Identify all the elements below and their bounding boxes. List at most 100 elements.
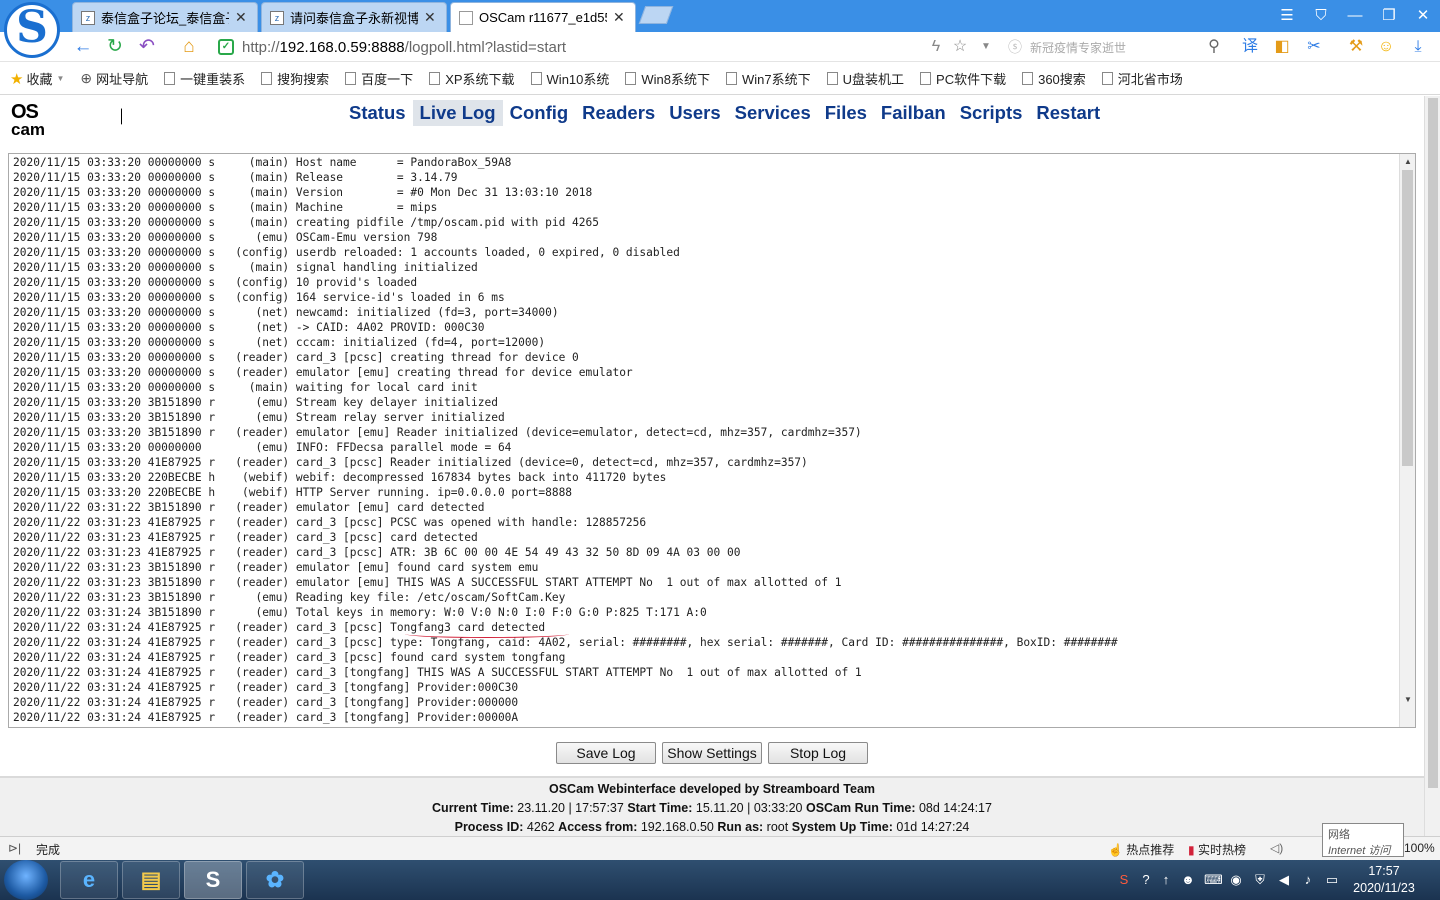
system-clock[interactable]: 17:57 2020/11/23: [1346, 863, 1422, 897]
log-line: 2020/11/15 03:33:20 00000000 s (main) si…: [13, 261, 478, 274]
bookmark-item[interactable]: Win7系统下: [726, 69, 811, 88]
search-icon[interactable]: ⚲: [1204, 37, 1224, 57]
nav-live-log[interactable]: Live Log: [412, 100, 503, 126]
speaker-icon[interactable]: ◀: [1276, 872, 1292, 888]
nav-files[interactable]: Files: [818, 100, 874, 126]
translate-icon[interactable]: 译: [1240, 37, 1260, 57]
bookmark-item[interactable]: PC软件下载: [920, 69, 1006, 88]
zoom-level[interactable]: 100%: [1404, 841, 1435, 855]
log-scroll-thumb[interactable]: [1402, 170, 1413, 466]
url-path: /logpoll.html?lastid=start: [404, 38, 566, 56]
restore-icon[interactable]: ❐: [1378, 5, 1400, 27]
tools-icon[interactable]: ⚒: [1346, 37, 1366, 57]
log-scrollbar[interactable]: ▲ ▼: [1399, 154, 1415, 727]
log-line: 2020/11/15 03:33:20 00000000 s (config) …: [13, 276, 418, 289]
tab-forum-1[interactable]: z 泰信盒子论坛_泰信盒子 ✕: [72, 2, 258, 32]
chevron-down-icon[interactable]: ▼: [976, 37, 996, 57]
emoji-icon[interactable]: ☺: [1376, 37, 1396, 57]
volume-icon[interactable]: ♪: [1300, 872, 1316, 888]
url-text[interactable]: http://192.168.0.59:8888/logpoll.html?la…: [242, 39, 566, 56]
extension-icon[interactable]: ◧: [1272, 37, 1292, 57]
oscam-logo[interactable]: OS cam: [11, 102, 47, 141]
page-scroll-thumb[interactable]: [1428, 98, 1438, 788]
log-line: 2020/11/15 03:33:20 00000000 s (net) ccc…: [13, 336, 546, 349]
save-log-button[interactable]: Save Log: [556, 742, 656, 764]
nav-services[interactable]: Services: [728, 100, 818, 126]
download-icon[interactable]: ⤓: [1408, 37, 1428, 57]
current-time-label: Current Time:: [432, 801, 514, 815]
sogou-browser-logo-icon[interactable]: S: [4, 2, 60, 58]
page-icon: [530, 72, 542, 85]
log-line: 2020/11/22 03:31:24 41E87925 r (reader) …: [13, 711, 519, 724]
new-tab-button[interactable]: [638, 6, 674, 24]
security-icon[interactable]: ⛨: [1252, 872, 1268, 888]
ie-icon[interactable]: e: [60, 861, 118, 899]
sogou-browser-task-icon[interactable]: S: [184, 861, 242, 899]
windows-taskbar: e ▤ S ✿ S ? ↑ ☻ ⌨ ◉ ⛨ ◀ ♪ ▭ 17:57 2020/1…: [0, 860, 1440, 900]
bookmark-item[interactable]: 搜狗搜索: [261, 69, 329, 88]
minimize-icon[interactable]: —: [1344, 5, 1366, 27]
bookmark-item[interactable]: 河北省市场: [1101, 69, 1183, 88]
explorer-icon[interactable]: ▤: [122, 861, 180, 899]
scissors-icon[interactable]: ✂: [1304, 37, 1324, 57]
baidu-netdisk-icon[interactable]: ✿: [246, 861, 304, 899]
tab-forum-2[interactable]: z 请问泰信盒子永新视博3 ✕: [261, 2, 447, 32]
bookmark-item[interactable]: Win8系统下: [625, 69, 710, 88]
nav-restart[interactable]: Restart: [1029, 100, 1107, 126]
bookmark-item[interactable]: 百度一下: [345, 69, 413, 88]
close-icon[interactable]: ✕: [424, 9, 438, 26]
skin-icon[interactable]: ⛉: [1310, 5, 1332, 27]
scroll-up-icon[interactable]: ▲: [1402, 156, 1414, 168]
help-icon[interactable]: ?: [1138, 872, 1154, 888]
search-input[interactable]: ⓢ 新冠疫情专家逝世: [1008, 36, 1228, 58]
nav-status[interactable]: Status: [342, 100, 413, 126]
show-settings-button[interactable]: Show Settings: [662, 742, 762, 764]
refresh-icon[interactable]: ↻: [104, 36, 126, 58]
window-close-icon[interactable]: ✕: [1412, 5, 1434, 27]
nav-config[interactable]: Config: [503, 100, 576, 126]
realtime-hot-button[interactable]: ▮ 实时热榜: [1188, 841, 1246, 858]
lightning-icon[interactable]: ϟ: [926, 37, 946, 57]
hot-recommend-button[interactable]: ☝ 热点推荐: [1108, 841, 1174, 858]
bookmark-item[interactable]: U盘装机工: [826, 69, 904, 88]
keyboard-icon[interactable]: ⌨: [1204, 872, 1223, 888]
log-line: 2020/11/22 03:31:23 3B151890 r (emu) Rea…: [13, 591, 566, 604]
nav-users[interactable]: Users: [662, 100, 727, 126]
address-bar[interactable]: ✓ http://192.168.0.59:8888/logpoll.html?…: [212, 34, 1000, 60]
log-line: 2020/11/22 03:31:23 41E87925 r (reader) …: [13, 546, 741, 559]
back-icon[interactable]: ←: [72, 36, 94, 58]
home-icon[interactable]: ⌂: [178, 36, 200, 58]
close-icon[interactable]: ✕: [235, 9, 249, 26]
nav-scripts[interactable]: Scripts: [953, 100, 1030, 126]
bookmark-item[interactable]: ⊕ 网址导航: [80, 69, 148, 88]
qq-icon[interactable]: ☻: [1180, 872, 1196, 888]
bookmark-item[interactable]: Win10系统: [530, 69, 609, 88]
page-scrollbar[interactable]: [1424, 96, 1440, 836]
undo-close-icon[interactable]: ↶: [136, 36, 158, 58]
z-forum-icon: z: [81, 10, 95, 25]
tray-arrow-icon[interactable]: ↑: [1158, 872, 1174, 888]
log-content: 2020/11/15 03:33:20 00000000 s (main) Ho…: [13, 155, 1398, 725]
favorite-star-icon[interactable]: ☆: [950, 37, 970, 57]
sidebar-toggle-icon[interactable]: ⊳|: [8, 841, 21, 855]
log-line: 2020/11/15 03:33:20 00000000 s (main) Ma…: [13, 201, 438, 214]
tab-label: 泰信盒子论坛_泰信盒子: [101, 11, 229, 26]
close-icon[interactable]: ✕: [613, 9, 627, 26]
bookmark-item[interactable]: 360搜索: [1022, 69, 1086, 88]
bookmark-favorites[interactable]: ★ 收藏 ▼: [10, 69, 64, 88]
network-tray-icon[interactable]: ◉: [1228, 872, 1244, 888]
menu-icon[interactable]: ☰: [1276, 5, 1298, 27]
live-log-panel[interactable]: 2020/11/15 03:33:20 00000000 s (main) Ho…: [8, 153, 1416, 728]
nav-readers[interactable]: Readers: [575, 100, 662, 126]
hot-label: 热点推荐: [1126, 843, 1175, 857]
stop-log-button[interactable]: Stop Log: [768, 742, 868, 764]
bookmark-item[interactable]: 一键重装系: [164, 69, 245, 88]
sound-icon[interactable]: ◁): [1270, 841, 1283, 855]
start-button[interactable]: [4, 860, 48, 900]
scroll-down-icon[interactable]: ▼: [1402, 694, 1414, 706]
monitor-icon[interactable]: ▭: [1324, 872, 1340, 888]
nav-failban[interactable]: Failban: [874, 100, 953, 126]
bookmark-item[interactable]: XP系统下载: [429, 69, 515, 88]
sogou-input-icon[interactable]: S: [1116, 872, 1132, 888]
tab-oscam[interactable]: OSCam r11677_e1d55 ✕: [450, 2, 636, 32]
